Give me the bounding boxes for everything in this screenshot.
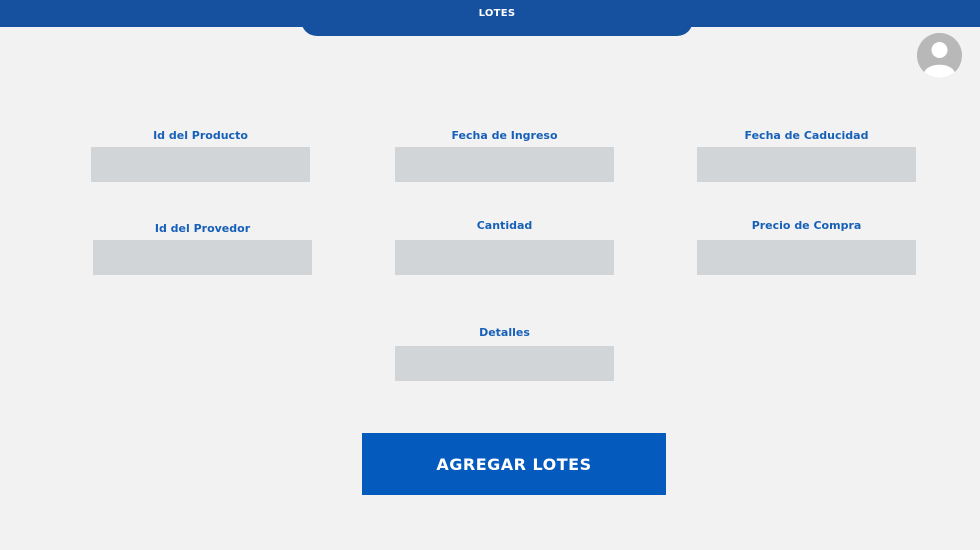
- id-provedor-label: Id del Provedor: [154, 222, 251, 235]
- detalles-input[interactable]: [395, 346, 614, 381]
- fecha-ingreso-input[interactable]: [395, 147, 614, 182]
- precio-compra-input[interactable]: [697, 240, 916, 275]
- precio-compra-label: Precio de Compra: [751, 219, 862, 232]
- fecha-caducidad-label: Fecha de Caducidad: [744, 129, 869, 142]
- fecha-ingreso-label: Fecha de Ingreso: [451, 129, 558, 142]
- title-tab: LOTES: [301, 0, 693, 36]
- user-avatar-icon[interactable]: [917, 33, 962, 78]
- fecha-caducidad-input[interactable]: [697, 147, 916, 182]
- cantidad-label: Cantidad: [476, 219, 533, 232]
- id-provedor-input[interactable]: [93, 240, 312, 275]
- page-title: LOTES: [478, 8, 516, 19]
- id-producto-label: Id del Producto: [153, 129, 248, 142]
- id-producto-input[interactable]: [91, 147, 310, 182]
- cantidad-input[interactable]: [395, 240, 614, 275]
- detalles-label: Detalles: [479, 326, 530, 339]
- page: LOTES Id del Producto Fecha de Ingreso F…: [0, 0, 980, 550]
- agregar-lotes-button[interactable]: AGREGAR LOTES: [362, 433, 666, 495]
